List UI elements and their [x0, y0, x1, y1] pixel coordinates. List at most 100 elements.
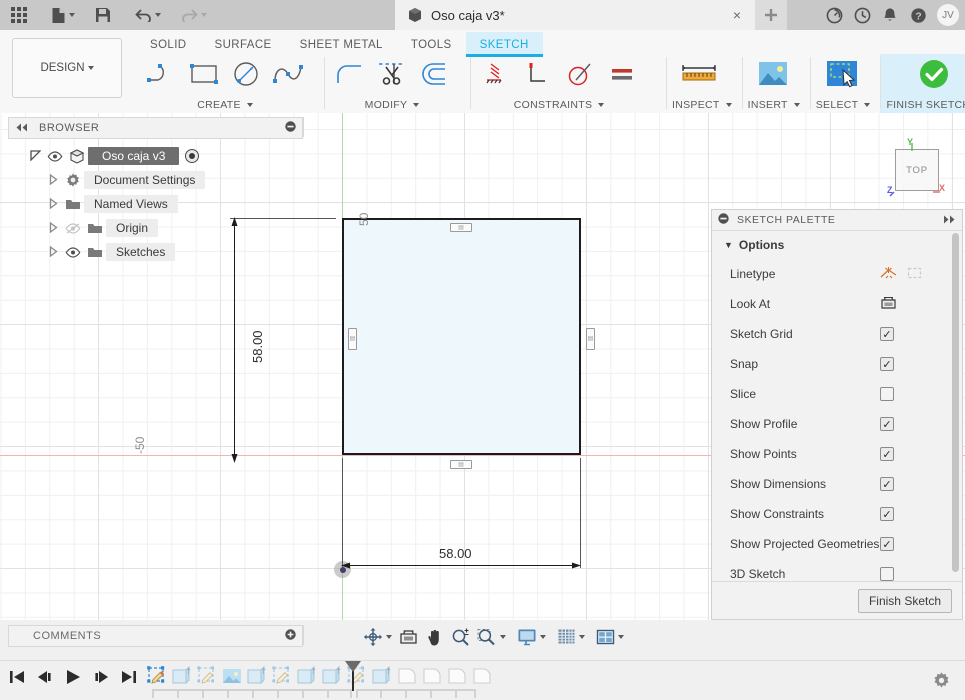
- help-icon[interactable]: ?: [905, 0, 931, 30]
- linetype-centerline-icon[interactable]: [907, 266, 922, 283]
- new-file-icon[interactable]: [46, 0, 80, 30]
- timeline-playhead[interactable]: [345, 661, 361, 691]
- palette-scrollbar[interactable]: [951, 233, 960, 579]
- arc-icon[interactable]: [142, 55, 182, 93]
- timeline-item-fillet[interactable]: [396, 665, 418, 687]
- trim-scissors-icon[interactable]: [372, 55, 412, 93]
- timeline-item-fillet[interactable]: [471, 665, 493, 687]
- chevron-down-icon[interactable]: [598, 103, 605, 107]
- slice-checkbox[interactable]: [880, 387, 894, 401]
- width-dimension-text[interactable]: 58.00: [439, 546, 472, 561]
- minimize-icon[interactable]: [285, 121, 296, 135]
- minimize-icon[interactable]: [718, 213, 729, 227]
- spline-icon[interactable]: [268, 55, 308, 93]
- timeline-item-fillet[interactable]: [446, 665, 468, 687]
- step-forward-icon[interactable]: [92, 669, 110, 688]
- recent-icon[interactable]: [849, 0, 875, 30]
- finish-check-icon[interactable]: [914, 55, 954, 93]
- sidebar-item-oso-caja-v3[interactable]: Oso caja v3: [8, 144, 303, 168]
- app-grid-icon[interactable]: [6, 0, 32, 30]
- look-at-icon[interactable]: [396, 625, 421, 649]
- show-dimensions-checkbox[interactable]: ✓: [880, 477, 894, 491]
- select-window-icon[interactable]: [816, 55, 868, 93]
- chevron-down-icon[interactable]: [246, 103, 253, 107]
- undo-icon[interactable]: [130, 0, 166, 30]
- pan-hand-icon[interactable]: [422, 625, 447, 649]
- timeline-item-sketch-selected[interactable]: [146, 665, 168, 687]
- timeline-item-extrude[interactable]: [171, 665, 193, 687]
- display-settings-icon[interactable]: [514, 625, 549, 649]
- notifications-icon[interactable]: [877, 0, 903, 30]
- timeline-item-sketch[interactable]: [196, 665, 218, 687]
- palette-section-options[interactable]: ▼ Options: [712, 231, 962, 259]
- linetype-construction-icon[interactable]: [880, 266, 897, 283]
- sketch-profile-rectangle[interactable]: [342, 218, 581, 455]
- timeline-item-extrude[interactable]: [246, 665, 268, 687]
- snap-checkbox[interactable]: ✓: [880, 357, 894, 371]
- horizontal-constraint-top[interactable]: ▤: [450, 223, 472, 232]
- sketch-grid-checkbox[interactable]: ✓: [880, 327, 894, 341]
- save-icon[interactable]: [90, 0, 116, 30]
- sidebar-item-sketches[interactable]: Sketches: [8, 240, 303, 264]
- circle-icon[interactable]: [226, 55, 266, 93]
- perpendicular-icon[interactable]: [518, 55, 558, 93]
- job-status-icon[interactable]: [821, 0, 847, 30]
- viewports-icon[interactable]: [593, 625, 627, 649]
- insert-image-icon[interactable]: [748, 55, 798, 93]
- workspace-selector[interactable]: DESIGN: [12, 38, 122, 98]
- tangent-icon[interactable]: [560, 55, 600, 93]
- browser-resize-handle[interactable]: [303, 117, 304, 137]
- offset-icon[interactable]: [414, 55, 454, 93]
- timeline-item-canvas[interactable]: [221, 665, 243, 687]
- expand-arrow-icon[interactable]: [26, 149, 44, 163]
- play-icon[interactable]: [64, 669, 82, 688]
- comments-panel[interactable]: COMMENTS: [8, 625, 303, 647]
- chevron-down-icon[interactable]: [864, 103, 871, 107]
- rectangle-icon[interactable]: [184, 55, 224, 93]
- chevron-down-icon[interactable]: [725, 103, 732, 107]
- chevron-down-icon[interactable]: [413, 103, 420, 107]
- expand-right-icon[interactable]: [942, 213, 956, 227]
- sidebar-item-document-settings[interactable]: Document Settings: [8, 168, 303, 192]
- fillet-icon[interactable]: [330, 55, 370, 93]
- grid-snaps-icon[interactable]: [554, 625, 588, 649]
- 3d-sketch-checkbox[interactable]: [880, 567, 894, 581]
- look-at-icon[interactable]: [880, 295, 897, 314]
- timeline-item-fillet[interactable]: [421, 665, 443, 687]
- orbit-icon[interactable]: [360, 625, 395, 649]
- sidebar-item-origin[interactable]: Origin: [8, 216, 303, 240]
- collapse-left-icon[interactable]: [15, 121, 29, 135]
- comments-resize-handle[interactable]: [303, 625, 304, 645]
- skip-to-start-icon[interactable]: [8, 669, 26, 688]
- chevron-down-icon[interactable]: [793, 103, 800, 107]
- avatar[interactable]: JV: [937, 4, 959, 26]
- zoom-window-icon[interactable]: [474, 625, 509, 649]
- activate-component-radio[interactable]: [185, 149, 200, 163]
- chevron-right-icon[interactable]: [44, 197, 62, 211]
- vertical-constraint-left[interactable]: ▤: [348, 328, 357, 350]
- redo-icon[interactable]: [176, 0, 212, 30]
- finish-sketch-button[interactable]: Finish Sketch: [857, 588, 952, 613]
- new-tab-button[interactable]: [755, 0, 787, 30]
- show-constraints-checkbox[interactable]: ✓: [880, 507, 894, 521]
- chevron-right-icon[interactable]: [44, 173, 62, 187]
- timeline-item-sketch[interactable]: [271, 665, 293, 687]
- height-dimension-text[interactable]: 58.00: [250, 330, 265, 363]
- visibility-eye-icon[interactable]: [62, 246, 84, 258]
- view-cube[interactable]: TOP Y X Z: [881, 137, 951, 209]
- vertical-constraint-right[interactable]: ▤: [586, 328, 595, 350]
- zoom-icon[interactable]: [448, 625, 473, 649]
- measure-icon[interactable]: [672, 55, 726, 93]
- close-icon[interactable]: ×: [727, 7, 747, 23]
- chevron-right-icon[interactable]: [44, 221, 62, 235]
- timeline-item-extrude[interactable]: [371, 665, 393, 687]
- timeline-item-extrude[interactable]: [321, 665, 343, 687]
- visibility-eye-icon[interactable]: [44, 150, 66, 162]
- document-tab[interactable]: Oso caja v3* ×: [395, 0, 755, 30]
- chevron-down-icon[interactable]: ▼: [724, 240, 733, 250]
- show-points-checkbox[interactable]: ✓: [880, 447, 894, 461]
- sidebar-item-named-views[interactable]: Named Views: [8, 192, 303, 216]
- skip-to-end-icon[interactable]: [120, 669, 138, 688]
- visibility-eye-off-icon[interactable]: [62, 222, 84, 234]
- equal-icon[interactable]: [602, 55, 642, 93]
